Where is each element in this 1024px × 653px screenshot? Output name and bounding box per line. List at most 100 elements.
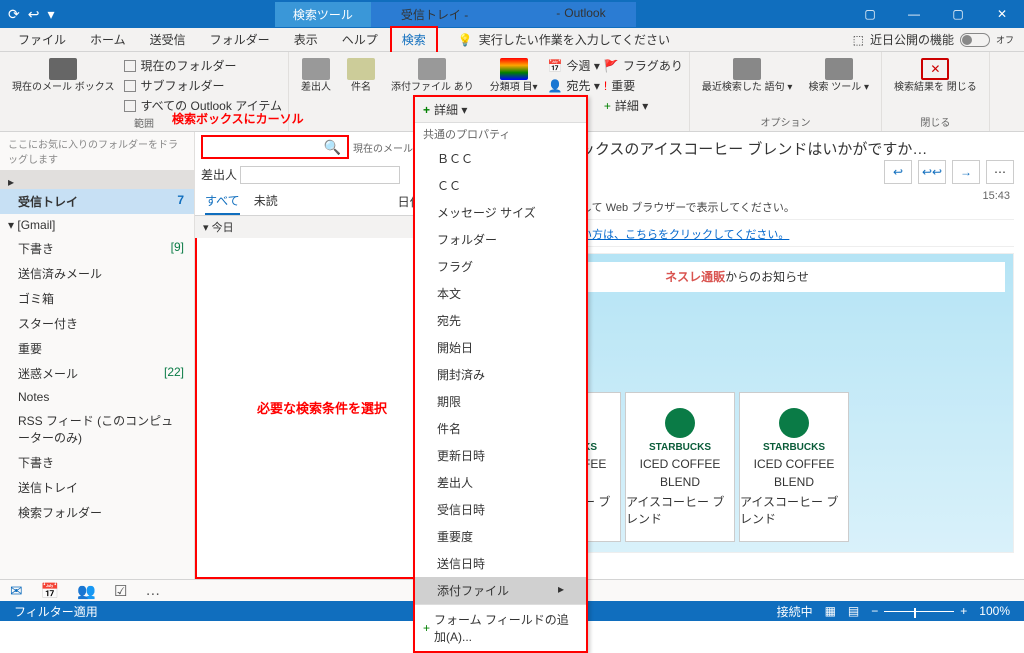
title-search-tools: 検索ツール xyxy=(275,2,371,27)
qat-dropdown-icon[interactable]: ▾ xyxy=(47,6,54,23)
bulb-icon: 💡 xyxy=(458,33,473,47)
folder-drafts2[interactable]: 下書き xyxy=(0,450,194,475)
ribbon-display-icon[interactable]: ▢ xyxy=(848,0,892,28)
dd-cc[interactable]: ＣＣ xyxy=(415,172,586,199)
menu-file[interactable]: ファイル xyxy=(6,28,78,52)
folder-spam[interactable]: 迷惑メール[22] xyxy=(0,361,194,386)
reply-button[interactable]: ↩ xyxy=(884,160,912,184)
minimize-icon[interactable]: — xyxy=(892,0,936,28)
nav-tasks[interactable]: ☑ xyxy=(114,582,127,600)
ribbon-scope-label: 範囲 xyxy=(134,115,154,130)
menu-folder[interactable]: フォルダー xyxy=(198,28,282,52)
dd-flag[interactable]: フラグ xyxy=(415,253,586,280)
group-today[interactable]: ▾ 今日 xyxy=(195,216,449,238)
menu-home[interactable]: ホーム xyxy=(78,28,138,52)
dd-to[interactable]: 宛先 xyxy=(415,307,586,334)
dd-due[interactable]: 期限 xyxy=(415,388,586,415)
dd-body[interactable]: 本文 xyxy=(415,280,586,307)
zoom-level[interactable]: 100% xyxy=(973,604,1016,618)
nav-more[interactable]: … xyxy=(145,582,160,599)
folder-trash[interactable]: ゴミ箱 xyxy=(0,286,194,311)
folder-outbox[interactable]: 送信トレイ xyxy=(0,475,194,500)
view-reading-icon[interactable]: ▤ xyxy=(842,604,865,618)
zoom-out-icon[interactable]: − xyxy=(865,604,884,618)
ribbon-flagged[interactable]: 🚩フラグあり xyxy=(604,56,683,75)
ribbon-recent-searches[interactable]: 最近検索した 語句 ▾ xyxy=(696,54,799,114)
message-list-pane: 🔍 現在のメールボック 差出人 すべて 未読 日付 ▾↓ ▾ 今日 必要な検索条… xyxy=(195,132,450,579)
ribbon-subject[interactable]: 件名 xyxy=(341,54,381,115)
search-input[interactable]: 🔍 xyxy=(201,135,349,159)
reply-all-button[interactable]: ↩↩ xyxy=(918,160,946,184)
ribbon-current-folder[interactable]: 現在のフォルダー xyxy=(124,56,282,75)
ribbon-search-tools[interactable]: 検索 ツール ▾ xyxy=(802,54,875,114)
details-dropdown: +詳細 ▾ 共通のプロパティ ＢＣＣ ＣＣ メッセージ サイズ フォルダー フラ… xyxy=(413,95,588,653)
close-icon[interactable]: ✕ xyxy=(980,0,1024,28)
folder-inbox[interactable]: 受信トレイ7 xyxy=(0,189,194,214)
menubar: ファイル ホーム 送受信 フォルダー 表示 ヘルプ 検索 💡 実行したい作業を入… xyxy=(0,28,1024,52)
nav-mail[interactable]: ✉ xyxy=(10,582,23,600)
folder-gmail[interactable]: ▾ [Gmail] xyxy=(0,214,194,236)
favorites-dragnote: ここにお気に入りのフォルダーをドラッグします xyxy=(0,132,194,171)
ribbon-details[interactable]: +詳細 ▾ xyxy=(604,96,683,115)
dropdown-section: 共通のプロパティ xyxy=(415,123,586,145)
details-dropdown-header[interactable]: +詳細 ▾ xyxy=(415,97,586,123)
ribbon-current-mailbox[interactable]: 現在のメール ボックス xyxy=(6,54,120,115)
account-root[interactable]: ▸ xyxy=(0,171,194,189)
undo-icon[interactable]: ↩ xyxy=(28,6,40,23)
folder-pane: ここにお気に入りのフォルダーをドラッグします ▸ 受信トレイ7 ▾ [Gmail… xyxy=(0,132,195,579)
dd-subject[interactable]: 件名 xyxy=(415,415,586,442)
tell-me[interactable]: 実行したい作業を入力してください xyxy=(479,31,670,48)
folder-drafts[interactable]: 下書き[9] xyxy=(0,236,194,261)
product-box: STARBUCKSICED COFFEEBLENDアイスコーヒー ブレンド xyxy=(625,392,735,542)
dd-folder[interactable]: フォルダー xyxy=(415,226,586,253)
refresh-icon[interactable]: ⟳ xyxy=(8,6,20,23)
dd-read[interactable]: 開封済み xyxy=(415,361,586,388)
dd-received[interactable]: 受信日時 xyxy=(415,496,586,523)
dd-attachment[interactable]: 添付ファイル▸ xyxy=(415,577,586,604)
view-normal-icon[interactable]: ▦ xyxy=(819,604,842,618)
dd-sent[interactable]: 送信日時 xyxy=(415,550,586,577)
forward-button[interactable]: → xyxy=(952,160,980,184)
dd-bcc[interactable]: ＢＣＣ xyxy=(415,145,586,172)
dd-startdate[interactable]: 開始日 xyxy=(415,334,586,361)
status-filter: フィルター適用 xyxy=(8,603,104,620)
folder-notes[interactable]: Notes xyxy=(0,386,194,408)
upcoming-features[interactable]: 近日公開の機能 xyxy=(870,31,954,48)
menu-help[interactable]: ヘルプ xyxy=(330,28,390,52)
dd-from[interactable]: 差出人 xyxy=(415,469,586,496)
titlebar: ⟳ ↩ ▾ 検索ツール 受信トレイ - - Outlook ▢ — ▢ ✕ xyxy=(0,0,1024,28)
email-time: 15:43 xyxy=(982,190,1010,202)
ribbon-options-label: オプション xyxy=(760,114,810,129)
nav-calendar[interactable]: 📅 xyxy=(41,582,60,600)
ribbon-close-search[interactable]: ✕検索結果を 閉じる xyxy=(888,54,983,114)
tab-all[interactable]: すべて xyxy=(205,188,240,215)
folder-rss[interactable]: RSS フィード (このコンピューターのみ) xyxy=(0,408,194,450)
maximize-icon[interactable]: ▢ xyxy=(936,0,980,28)
search-icon[interactable]: 🔍 xyxy=(324,139,341,156)
more-actions-button[interactable]: ⋯ xyxy=(986,160,1014,184)
tab-unread[interactable]: 未読 xyxy=(254,188,278,215)
box-icon: ⬚ xyxy=(853,33,864,47)
upcoming-toggle[interactable] xyxy=(960,33,990,47)
dd-messagesize[interactable]: メッセージ サイズ xyxy=(415,199,586,226)
status-connection: 接続中 xyxy=(771,603,819,620)
menu-search[interactable]: 検索 xyxy=(390,26,438,54)
dd-add-field[interactable]: +フォーム フィールドの追加(A)... xyxy=(415,604,586,651)
ribbon-important[interactable]: !重要 xyxy=(604,76,683,95)
ribbon-to[interactable]: 👤宛先 ▾ xyxy=(548,76,600,95)
menu-view[interactable]: 表示 xyxy=(282,28,330,52)
ribbon-from[interactable]: 差出人 xyxy=(295,54,337,115)
zoom-in-icon[interactable]: + xyxy=(954,604,973,618)
search-from-input[interactable] xyxy=(240,166,400,184)
dd-importance[interactable]: 重要度 xyxy=(415,523,586,550)
dd-modified[interactable]: 更新日時 xyxy=(415,442,586,469)
ribbon-subfolders[interactable]: サブフォルダー xyxy=(124,76,282,95)
menu-sendreceive[interactable]: 送受信 xyxy=(138,28,198,52)
folder-important[interactable]: 重要 xyxy=(0,336,194,361)
folder-searchfolders[interactable]: 検索フォルダー xyxy=(0,500,194,525)
folder-starred[interactable]: スター付き xyxy=(0,311,194,336)
ribbon-close-label: 閉じる xyxy=(920,114,950,129)
folder-sent[interactable]: 送信済みメール xyxy=(0,261,194,286)
nav-people[interactable]: 👥 xyxy=(77,582,96,600)
ribbon-thisweek[interactable]: 📅今週 ▾ xyxy=(548,56,600,75)
